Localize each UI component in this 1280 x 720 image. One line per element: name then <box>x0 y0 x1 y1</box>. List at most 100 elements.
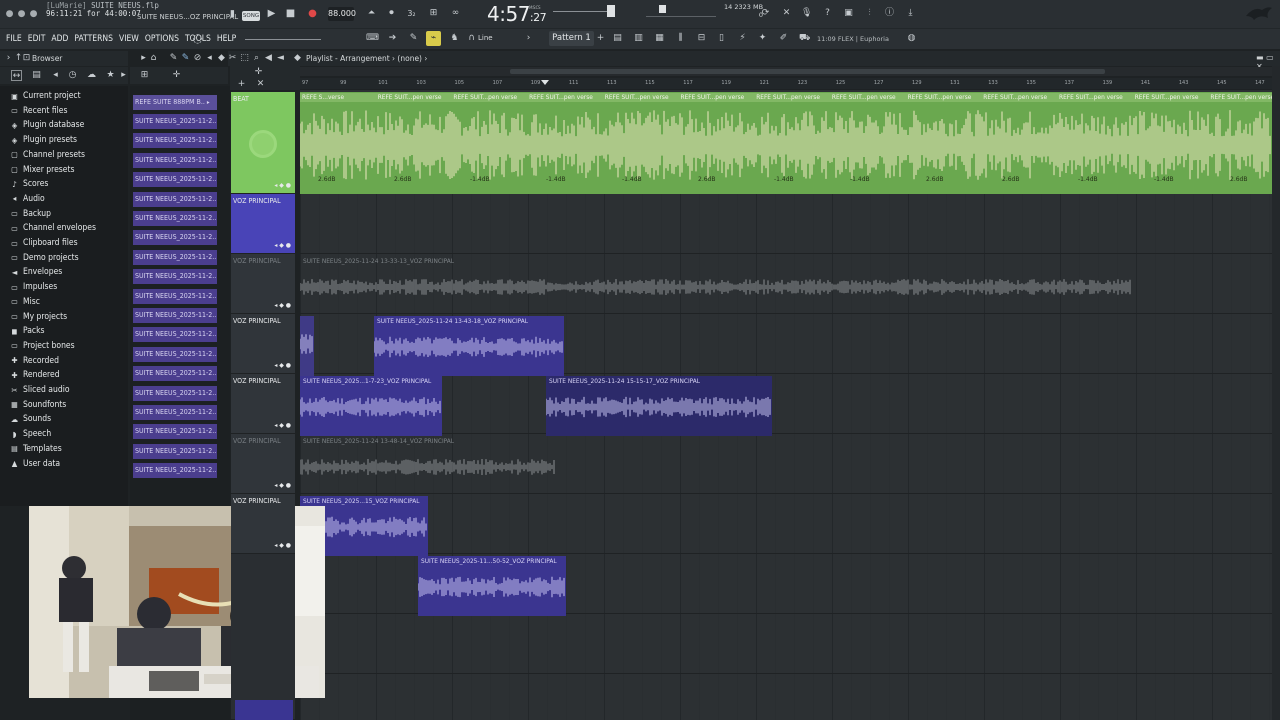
picker-clip[interactable]: SUITE NEEUS_2025-11-2.. <box>133 269 217 285</box>
vocal-audio-clip[interactable]: SUITE NEEUS_2025-11-24 15-15-17_VOZ PRIN… <box>546 376 772 436</box>
select-tool-icon[interactable]: ⬚ <box>239 53 250 64</box>
track-controls-icon[interactable]: ◂ ◆ ● <box>274 542 291 549</box>
cpu-knob-icon[interactable]: ◌ <box>192 32 203 44</box>
cloud-icon[interactable]: ☁ <box>86 70 97 81</box>
download-icon[interactable]: ⤓ <box>905 8 916 19</box>
beat-clip-label[interactable]: REFE SUIT...pen verse <box>1135 93 1199 101</box>
tracks-close-icon[interactable]: ✕ <box>255 79 266 90</box>
arrow-icon[interactable]: ◆ <box>292 53 303 64</box>
arrow-right-icon[interactable]: ➔ <box>387 33 398 44</box>
picker-clip[interactable]: SUITE NEEUS_2025-11-2.. <box>133 230 217 246</box>
picker-clip[interactable]: SUITE NEEUS_2025-11-2.. <box>133 288 217 304</box>
browser-item[interactable]: ▭ Project bones <box>10 339 75 353</box>
zoom-tool-icon[interactable]: ⌕ <box>251 53 262 64</box>
record-icon[interactable]: ● <box>307 8 318 19</box>
browser-item[interactable]: ☁ Sounds <box>10 412 51 426</box>
track-controls-icon[interactable]: ◂ ◆ ● <box>274 422 291 429</box>
beat-clip-label[interactable]: REFE SUIT...pen verse <box>378 93 442 101</box>
picker-clip[interactable]: SUITE NEEUS_2025-11-2.. <box>133 463 217 479</box>
piano-roll-icon[interactable]: ▥ <box>633 33 644 44</box>
browser-item[interactable]: ▦ Soundfonts <box>10 398 66 412</box>
menu-help[interactable]: HELP <box>217 34 236 44</box>
playlist-icon[interactable]: ▤ <box>612 33 623 44</box>
slip-tool-icon[interactable]: ◆ <box>216 53 227 64</box>
track-header[interactable]: VOZ PRINCIPAL ◂ ◆ ● <box>231 374 295 434</box>
playback-tool-icon[interactable]: ◀ <box>263 53 274 64</box>
window-minimize-icon[interactable]: ● <box>16 9 27 20</box>
beat-clip-label[interactable]: REFE SUIT...pen verse <box>681 93 745 101</box>
menu-patterns[interactable]: PATTERNS <box>74 34 113 44</box>
browser-item[interactable]: ◈ Plugin database <box>10 118 85 132</box>
browser-icon[interactable]: ⊟ <box>696 33 707 44</box>
track-header[interactable]: VOZ PRINCIPAL ◂ ◆ ● <box>231 314 295 374</box>
picker-clip[interactable]: SUITE NEEUS_2025-11-2.. <box>133 114 217 129</box>
browser-item[interactable]: ◈ Plugin presets <box>10 133 77 147</box>
picker-move-icon[interactable]: ✛ <box>171 70 182 81</box>
track-controls-icon[interactable]: ◂ ◆ ● <box>274 182 291 189</box>
track-name[interactable]: VOZ PRINCIPAL <box>233 197 281 205</box>
link-icon[interactable]: ⌁ <box>428 33 439 44</box>
beat-clip-label[interactable]: REFE SUIT...pen verse <box>453 93 517 101</box>
pencil-icon[interactable]: ✎ <box>408 33 419 44</box>
browser-item[interactable]: ✚ Rendered <box>10 368 59 382</box>
master-pitch-slider[interactable] <box>646 16 716 17</box>
save-icon[interactable]: ▣ <box>843 8 854 19</box>
browser-item[interactable]: ▭ Clipboard files <box>10 236 77 250</box>
help-icon[interactable]: ? <box>822 8 833 19</box>
track-name[interactable]: VOZ PRINCIPAL <box>233 437 281 445</box>
horizontal-scroll-thumb[interactable] <box>510 69 1105 74</box>
forward-icon[interactable]: ▸ <box>118 70 129 81</box>
picker-clip[interactable]: SUITE NEEUS_2025-11-2.. <box>133 346 217 362</box>
microphone-icon[interactable]: 🎙 <box>801 8 812 19</box>
star-icon[interactable]: ★ <box>105 70 116 81</box>
vocal-audio-clip[interactable]: SUITE NEEUS_2025-11-24 13-43-18_VOZ PRIN… <box>374 316 564 376</box>
speaker-icon[interactable]: ◄ <box>275 53 286 64</box>
back-icon[interactable]: ◂ <box>50 70 61 81</box>
snap-select[interactable]: Line <box>478 34 493 42</box>
picker-clip[interactable]: SUITE NEEUS_2025-11-2.. <box>133 443 217 459</box>
track-knob[interactable] <box>249 130 277 158</box>
add-pattern-icon[interactable]: + <box>595 33 606 44</box>
picker-clip[interactable]: SUITE NEEUS_2025-11-2.. <box>133 249 217 265</box>
browser-item[interactable]: ✂ Sliced audio <box>10 383 69 397</box>
track-header[interactable]: VOZ PRINCIPAL ◂ ◆ ● <box>231 434 295 494</box>
tools-icon[interactable]: ✦ <box>757 33 768 44</box>
track-header[interactable]: BEAT ◂ ◆ ● <box>231 92 295 194</box>
playhead-marker[interactable] <box>541 80 549 85</box>
browser-item[interactable]: ◂ Audio <box>10 192 45 206</box>
midi-icon[interactable]: ✕ <box>781 8 792 19</box>
browser-menu-icon[interactable]: ⊡ <box>21 53 32 64</box>
play-icon[interactable]: ▶ <box>266 8 277 19</box>
countdown-icon[interactable]: 3₂ <box>406 8 417 19</box>
browser-item[interactable]: ▲ User data <box>10 457 60 471</box>
channel-rack-icon-2[interactable]: ▦ <box>654 33 665 44</box>
picker-clip[interactable]: SUITE NEEUS_2025-11-2.. <box>133 152 217 168</box>
track-header[interactable]: VOZ PRINCIPAL ◂ ◆ ● <box>231 494 295 554</box>
zoom-slider[interactable] <box>245 39 321 40</box>
track-name[interactable]: VOZ PRINCIPAL <box>233 377 281 385</box>
beat-clip-label[interactable]: REFE SUIT...pen verse <box>908 93 972 101</box>
picker-clip[interactable]: SUITE NEEUS_2025-11-2.. <box>133 366 217 382</box>
mute-tool-icon[interactable]: ◂ <box>204 53 215 64</box>
horizontal-scroll[interactable] <box>300 67 1276 76</box>
tracks-add-icon[interactable]: + <box>236 79 247 90</box>
beat-clip-label[interactable]: REFE SUIT...pen verse <box>1059 93 1123 101</box>
browser-item[interactable]: ▭ My projects <box>10 310 67 324</box>
picker-clip[interactable]: SUITE NEEUS_2025-11-2.. <box>133 172 217 188</box>
file-icon[interactable]: ▤ <box>31 70 42 81</box>
keyboard-icon[interactable]: ⌨ <box>366 33 379 44</box>
vocal-audio-clip[interactable]: SUITE NEEUS_2025-11-24 13-33-13_VOZ PRIN… <box>300 256 1132 316</box>
draw-tool-icon[interactable]: ✎ <box>168 53 179 64</box>
blend-notes-icon[interactable]: ⊞ <box>428 8 439 19</box>
browser-item[interactable]: ▭ Channel envelopes <box>10 221 96 235</box>
vertical-scrollbar[interactable] <box>1272 66 1280 720</box>
track-controls-icon[interactable]: ◂ ◆ ● <box>274 242 291 249</box>
vocal-audio-clip[interactable]: SUITE NEEUS_2025-11...50-52_VOZ PRINCIPA… <box>418 556 566 616</box>
vocal-audio-clip[interactable]: SUITE NEEUS_2025-11-24 13-48-14_VOZ PRIN… <box>300 436 556 496</box>
browser-item[interactable]: ▤ Templates <box>10 442 62 456</box>
picker-clip-beat[interactable]: REFE SUITE 888PM B.. ▸ <box>133 95 217 110</box>
stop-icon[interactable]: ■ <box>285 8 296 19</box>
picker-clip[interactable]: SUITE NEEUS_2025-11-2.. <box>133 191 217 207</box>
track-name[interactable]: VOZ PRINCIPAL <box>233 317 281 325</box>
pattern-select[interactable]: Pattern 1 <box>549 31 594 46</box>
